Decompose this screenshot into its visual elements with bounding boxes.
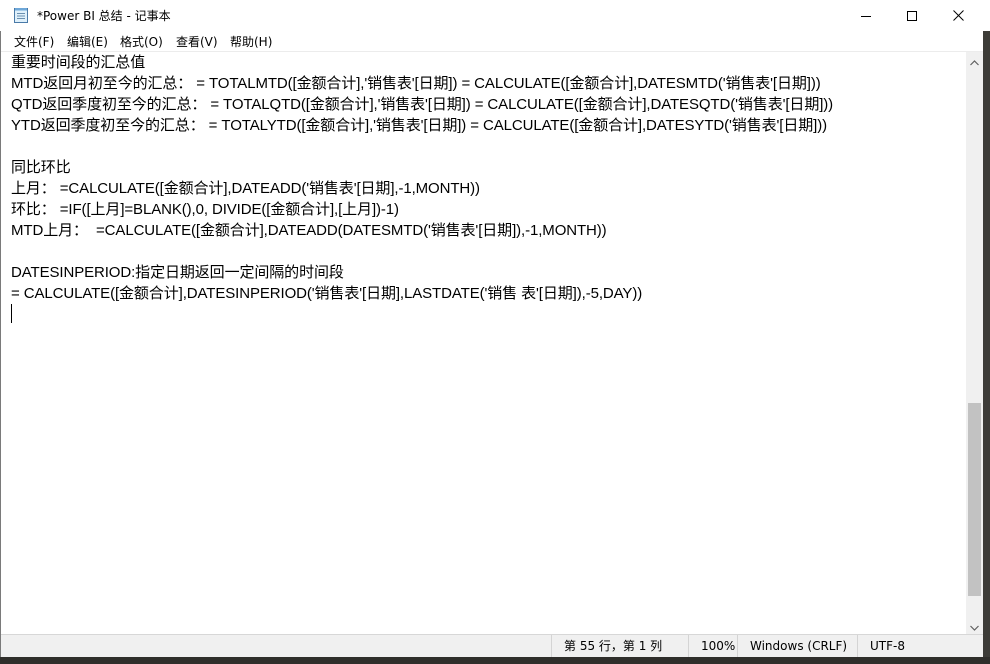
encoding: UTF-8 <box>857 635 983 658</box>
minimize-icon <box>861 6 871 25</box>
chevron-down-icon <box>970 616 979 635</box>
zoom-level: 100% <box>688 635 737 658</box>
chevron-up-icon <box>970 51 979 70</box>
desktop-background <box>0 657 990 664</box>
text-line: MTD上月： =CALCULATE([金额合计],DATEADD(DATESMT… <box>11 222 607 239</box>
menu-bar: 文件(F) 编辑(E) 格式(O) 查看(V) 帮助(H) <box>0 31 990 52</box>
menu-format[interactable]: 格式(O) <box>120 33 163 50</box>
window-title: *Power BI 总结 - 记事本 <box>37 9 171 23</box>
vertical-scrollbar[interactable] <box>966 52 983 634</box>
menu-edit[interactable]: 编辑(E) <box>67 33 108 50</box>
maximize-button[interactable] <box>889 0 935 31</box>
window-border <box>0 31 1 657</box>
desktop-background <box>983 31 990 664</box>
text-caret <box>11 304 12 323</box>
text-line: = CALCULATE([金额合计],DATESINPERIOD('销售表'[日… <box>11 285 643 302</box>
text-line: DATESINPERIOD:指定日期返回一定间隔的时间段 <box>11 264 344 281</box>
maximize-icon <box>907 6 917 25</box>
title-bar[interactable]: *Power BI 总结 - 记事本 <box>0 0 990 31</box>
text-line: MTD返回月初至今的汇总： = TOTALMTD([金额合计],'销售表'[日期… <box>11 75 821 92</box>
text-line: QTD返回季度初至今的汇总： = TOTALQTD([金额合计],'销售表'[日… <box>11 96 834 113</box>
text-line: 重要时间段的汇总值 <box>11 54 146 71</box>
text-line: 环比： =IF([上月]=BLANK(),0, DIVIDE([金额合计],[上… <box>11 201 399 218</box>
line-ending: Windows (CRLF) <box>737 635 857 658</box>
text-line: 同比环比 <box>11 159 71 176</box>
status-bar: 第 55 行，第 1 列 100% Windows (CRLF) UTF-8 <box>0 634 983 658</box>
scroll-down-button[interactable] <box>966 617 983 634</box>
scrollbar-thumb[interactable] <box>968 403 981 596</box>
cursor-position: 第 55 行，第 1 列 <box>551 635 688 658</box>
notepad-window: *Power BI 总结 - 记事本 文件(F) 编辑(E) 格式(O) 查看(… <box>0 0 990 664</box>
text-line: 上月： =CALCULATE([金额合计],DATEADD('销售表'[日期],… <box>11 180 480 197</box>
menu-help[interactable]: 帮助(H) <box>230 33 272 50</box>
text-line: YTD返回季度初至今的汇总： = TOTALYTD([金额合计],'销售表'[日… <box>11 117 827 134</box>
close-button[interactable] <box>935 0 981 31</box>
scroll-up-button[interactable] <box>966 52 983 69</box>
close-icon <box>952 6 964 25</box>
minimize-button[interactable] <box>843 0 889 31</box>
menu-file[interactable]: 文件(F) <box>14 33 54 50</box>
menu-view[interactable]: 查看(V) <box>176 33 218 50</box>
text-editor[interactable]: 重要时间段的汇总值 MTD返回月初至今的汇总： = TOTALMTD([金额合计… <box>0 52 966 634</box>
notepad-icon[interactable] <box>14 7 28 23</box>
